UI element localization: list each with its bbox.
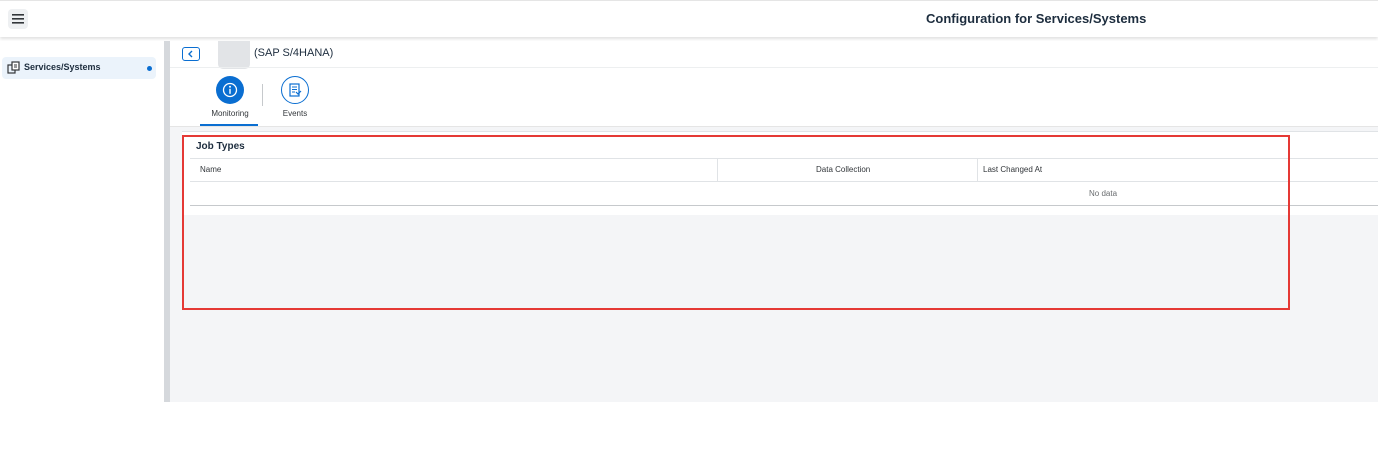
highlight-box: [182, 135, 1290, 310]
back-button[interactable]: [182, 47, 200, 61]
back-arrow-icon: [188, 50, 193, 58]
object-avatar: [218, 41, 250, 69]
sidebar-item-services-systems[interactable]: Services/Systems: [2, 57, 156, 79]
sidebar-item-label: Services/Systems: [24, 62, 101, 72]
hamburger-menu-icon[interactable]: [8, 9, 28, 29]
tab-label: Events: [282, 109, 308, 118]
tab-events[interactable]: Events: [265, 76, 325, 126]
shell-bar: Configuration for Services/Systems: [0, 0, 1378, 37]
events-list-icon: [281, 76, 309, 104]
side-navigation: Services/Systems: [0, 41, 164, 402]
app-title: Configuration for Services/Systems: [926, 11, 1147, 26]
tab-separator: [262, 84, 263, 106]
selected-tab-underline: [200, 124, 258, 126]
services-systems-icon: [7, 61, 21, 75]
page-footer-area: [0, 402, 1378, 457]
tab-label: Monitoring: [211, 109, 249, 118]
selected-indicator: [147, 66, 152, 71]
header-divider: [170, 67, 1378, 68]
object-page-header: (SAP S/4HANA) Monitoring Events: [170, 41, 1378, 127]
menu-glyph: [12, 14, 24, 24]
object-title: (SAP S/4HANA): [254, 47, 334, 59]
tab-monitoring[interactable]: Monitoring: [200, 76, 260, 126]
info-icon: [216, 76, 244, 104]
